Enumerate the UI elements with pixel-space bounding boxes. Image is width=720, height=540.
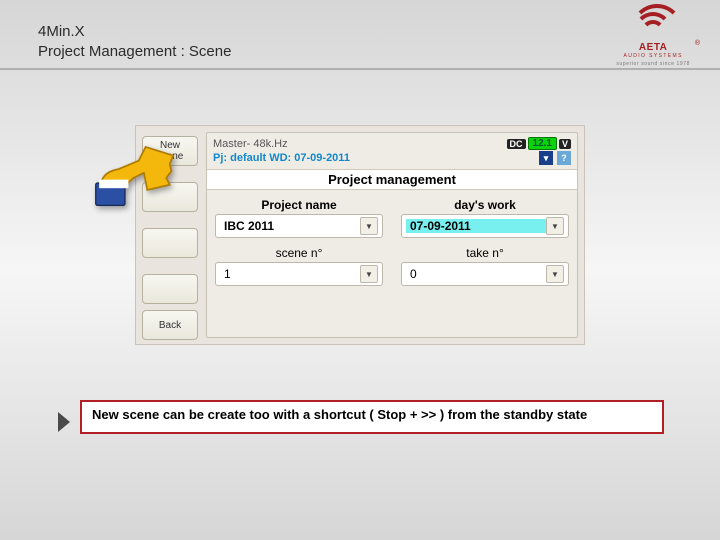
scene-no-dropdown-icon[interactable]: ▼ bbox=[360, 265, 378, 283]
side-button-3[interactable] bbox=[142, 228, 198, 258]
help-icon[interactable]: ? bbox=[557, 151, 571, 165]
days-work-dropdown-icon[interactable]: ▼ bbox=[546, 217, 564, 235]
days-work-value: 07-09-2011 bbox=[406, 219, 546, 233]
brand-logo: AETA AUDIO SYSTEMS superior sound since … bbox=[616, 14, 690, 67]
days-work-field[interactable]: 07-09-2011 ▼ bbox=[401, 214, 569, 238]
save-icon[interactable]: ▾ bbox=[539, 151, 553, 165]
take-no-value: 0 bbox=[406, 267, 546, 281]
title-line1: 4Min.X bbox=[38, 22, 231, 42]
project-name-label: Project name bbox=[215, 196, 383, 214]
take-no-field[interactable]: 0 ▼ bbox=[401, 262, 569, 286]
project-name-value: IBC 2011 bbox=[220, 219, 360, 233]
project-name-field[interactable]: IBC 2011 ▼ bbox=[215, 214, 383, 238]
project-line: Pj: default WD: 07-09-2011 ▾ ? bbox=[207, 150, 577, 169]
bullet-arrow-icon bbox=[58, 412, 70, 432]
project-name-dropdown-icon[interactable]: ▼ bbox=[360, 217, 378, 235]
panel-top-bar: Master- 48k.Hz DC 12.1 V bbox=[207, 133, 577, 150]
take-no-label: take n° bbox=[401, 244, 569, 262]
brand-logo-icon bbox=[631, 14, 675, 40]
master-status: Master- 48k.Hz bbox=[213, 138, 501, 150]
header-divider bbox=[0, 68, 720, 70]
tip-note-box: New scene can be create too with a short… bbox=[80, 400, 664, 434]
brand-tagline: superior sound since 1978 bbox=[616, 61, 690, 67]
pointing-hand-icon bbox=[94, 128, 180, 214]
project-line-text: Pj: default WD: 07-09-2011 bbox=[213, 152, 535, 164]
back-button[interactable]: Back bbox=[142, 310, 198, 340]
panel-main: Master- 48k.Hz DC 12.1 V Pj: default WD:… bbox=[206, 132, 578, 338]
panel-body: Project name IBC 2011 ▼ day's work 07-09… bbox=[207, 190, 577, 298]
dc-value: 12.1 bbox=[528, 137, 557, 150]
take-no-dropdown-icon[interactable]: ▼ bbox=[546, 265, 564, 283]
panel-title: Project management bbox=[207, 169, 577, 190]
back-label: Back bbox=[159, 320, 181, 331]
title-line2: Project Management : Scene bbox=[38, 42, 231, 62]
days-work-label: day's work bbox=[401, 196, 569, 214]
scene-no-label: scene n° bbox=[215, 244, 383, 262]
scene-no-value: 1 bbox=[220, 267, 360, 281]
slide-root: 4Min.X Project Management : Scene AETA A… bbox=[0, 0, 720, 540]
side-button-4[interactable] bbox=[142, 274, 198, 304]
slide-title: 4Min.X Project Management : Scene bbox=[38, 22, 231, 63]
dc-unit: V bbox=[559, 139, 571, 149]
scene-no-field[interactable]: 1 ▼ bbox=[215, 262, 383, 286]
registered-mark: ® bbox=[695, 40, 700, 47]
dc-label: DC bbox=[507, 139, 526, 149]
battery-badge: DC 12.1 V bbox=[507, 137, 571, 150]
device-screenshot: New scene Back Master- 48k.Hz DC 12.1 V … bbox=[136, 126, 584, 344]
tip-note-text: New scene can be create too with a short… bbox=[92, 407, 587, 422]
